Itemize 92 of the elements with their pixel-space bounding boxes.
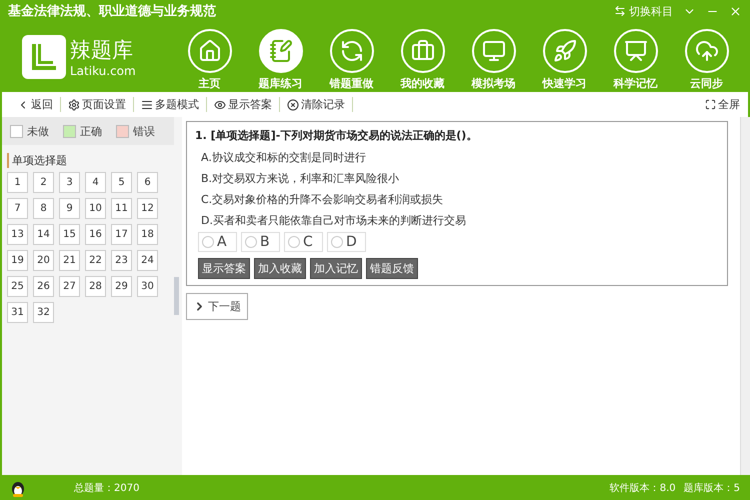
question-number[interactable]: 3: [59, 172, 80, 193]
nav-button[interactable]: [400, 29, 444, 73]
bank-version: 题库版本：5: [684, 482, 740, 494]
next-button[interactable]: 下一题: [186, 293, 248, 320]
nav-button[interactable]: [258, 29, 302, 73]
question-number[interactable]: 30: [137, 276, 158, 297]
rocket-icon: [552, 39, 576, 63]
question-number[interactable]: 2: [33, 172, 54, 193]
question-number[interactable]: 32: [33, 302, 54, 323]
cloud-upload-icon: [694, 39, 718, 63]
splitter-handle[interactable]: [174, 277, 179, 315]
nav-button[interactable]: [614, 29, 658, 73]
radio-icon: [288, 236, 300, 248]
toolbar-button[interactable]: 返回: [10, 97, 61, 112]
question-number[interactable]: 26: [33, 276, 54, 297]
refresh-icon: [340, 39, 364, 63]
total-count: 总题量：2070: [74, 482, 140, 494]
close-icon[interactable]: [729, 4, 742, 18]
toolbar-button[interactable]: 多题模式: [134, 97, 207, 112]
question-number[interactable]: 19: [7, 250, 28, 271]
question-number[interactable]: 18: [137, 224, 158, 245]
nav-button[interactable]: [472, 29, 516, 73]
question-number[interactable]: 16: [85, 224, 106, 245]
answer-option[interactable]: B: [241, 232, 280, 252]
scrollbar[interactable]: [740, 117, 750, 475]
question-number[interactable]: 11: [111, 198, 132, 219]
briefcase-icon: [410, 39, 434, 63]
radio-icon: [331, 236, 343, 248]
question-number[interactable]: 20: [33, 250, 54, 271]
answer-option[interactable]: D: [327, 232, 366, 252]
legend-label: 未做: [27, 124, 49, 138]
section-title: 单项选择题: [7, 153, 174, 168]
software-version: 软件版本：8.0: [610, 482, 676, 494]
fullscreen-button[interactable]: 全屏: [705, 97, 740, 112]
action-button[interactable]: 加入收藏: [254, 258, 306, 279]
toolbar-button[interactable]: 清除记录: [280, 97, 353, 112]
monitor-icon: [482, 39, 506, 63]
radio-icon: [202, 236, 214, 248]
question-number[interactable]: 15: [59, 224, 80, 245]
fullscreen-icon: [705, 99, 716, 110]
question-number[interactable]: 13: [7, 224, 28, 245]
question-number[interactable]: 21: [59, 250, 80, 271]
question-number[interactable]: 25: [7, 276, 28, 297]
radio-icon: [245, 236, 257, 248]
nav-button[interactable]: [330, 29, 374, 73]
question-number[interactable]: 28: [85, 276, 106, 297]
legend-label: 正确: [80, 124, 102, 138]
nav-button[interactable]: [684, 29, 728, 73]
toolbar-button[interactable]: 页面设置: [61, 97, 134, 112]
nav-button[interactable]: [188, 29, 232, 73]
action-button[interactable]: 显示答案: [198, 258, 250, 279]
question-number[interactable]: 10: [85, 198, 106, 219]
question-title: 1. [单项选择题]-下列对期货市场交易的说法正确的是()。: [195, 128, 478, 143]
question-number[interactable]: 29: [111, 276, 132, 297]
option-text: D.买者和卖者只能依靠自己对市场未来的判断进行交易: [200, 213, 467, 229]
lines-icon: [141, 98, 153, 110]
question-number[interactable]: 14: [33, 224, 54, 245]
question-number[interactable]: 17: [111, 224, 132, 245]
option-text: B.对交易双方来说，利率和汇率风险很小: [200, 171, 400, 187]
question-number[interactable]: 22: [85, 250, 106, 271]
question-number[interactable]: 4: [85, 172, 106, 193]
option-text: A.协议成交和标的交割是同时进行: [200, 150, 367, 166]
swap-icon: [614, 5, 626, 17]
question-number[interactable]: 24: [137, 250, 158, 271]
window-title: 基金法律法规、职业道德与业务规范: [8, 3, 217, 20]
action-button[interactable]: 加入记忆: [310, 258, 362, 279]
nav-button[interactable]: [542, 29, 586, 73]
question-number[interactable]: 8: [33, 198, 54, 219]
question-number[interactable]: 6: [137, 172, 158, 193]
question-number[interactable]: 31: [7, 302, 28, 323]
question-number[interactable]: 1: [7, 172, 28, 193]
logo-icon: [22, 35, 66, 79]
answer-option[interactable]: A: [198, 232, 237, 252]
question-number[interactable]: 7: [7, 198, 28, 219]
eye-icon: [214, 98, 226, 110]
clear-icon: [287, 98, 299, 110]
option-text: C.交易对象价格的升降不会影响交易者利润或损失: [200, 192, 444, 208]
question-number[interactable]: 9: [59, 198, 80, 219]
settings-icon: [68, 98, 80, 110]
question-number[interactable]: 12: [137, 198, 158, 219]
action-button[interactable]: 错题反馈: [366, 258, 418, 279]
question-number[interactable]: 27: [59, 276, 80, 297]
logo-name: 辣题库: [70, 37, 134, 64]
answer-option[interactable]: C: [284, 232, 323, 252]
presentation-icon: [624, 39, 648, 63]
question-number[interactable]: 5: [111, 172, 132, 193]
home-icon: [198, 39, 222, 63]
legend-label: 错误: [133, 124, 155, 138]
logo-domain: Latiku.com: [70, 64, 136, 78]
notebook-icon: [268, 39, 292, 63]
toolbar-button[interactable]: 显示答案: [207, 97, 280, 112]
question-number[interactable]: 23: [111, 250, 132, 271]
